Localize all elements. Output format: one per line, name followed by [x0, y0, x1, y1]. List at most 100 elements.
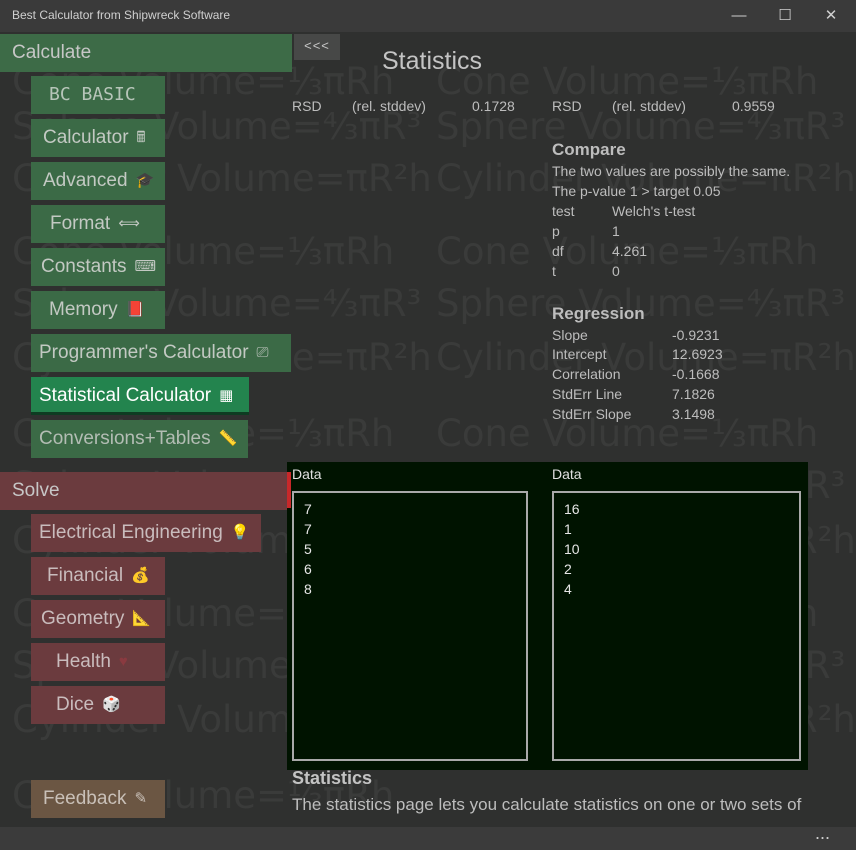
book-icon: 📕 [125, 301, 145, 318]
nav-geometry-label: Geometry [41, 608, 125, 630]
nav-dice-label: Dice [56, 694, 95, 716]
nav-bc-basic[interactable]: BC BASIC [31, 76, 165, 114]
nav-format-label: Format [50, 213, 111, 235]
regression-title: Regression [552, 304, 645, 323]
data-value: 2 [564, 561, 572, 577]
regression-row-value: 7.1826 [672, 386, 715, 402]
dice-icon: 🎲 [102, 696, 121, 713]
table-icon: ▦ [219, 387, 234, 404]
rsd-left-value: 0.1728 [472, 98, 515, 114]
money-bag-icon: 💰 [131, 567, 150, 584]
data-value: 5 [304, 541, 312, 557]
feedback-icon: ✎ [134, 790, 148, 807]
watermark-cylinder: Cylinder Volume=πR²h [436, 336, 856, 379]
rsd-right-desc: (rel. stddev) [612, 98, 686, 114]
rsd-right-value: 0.9559 [732, 98, 775, 114]
data-value: 1 [564, 521, 572, 537]
data-value: 8 [304, 581, 312, 597]
graduation-cap-icon: 🎓 [135, 172, 155, 189]
keyboard-icon: ⌨ [134, 258, 157, 275]
data-value: 6 [304, 561, 312, 577]
nav-calculator-label: Calculator [43, 127, 129, 149]
data-value: 7 [304, 501, 312, 517]
description-title: Statistics [292, 768, 373, 788]
solve-section-header: Solve [0, 472, 287, 510]
nav-memory[interactable]: Memory 📕 [31, 291, 165, 329]
compare-summary: The two values are possibly the same. [552, 163, 791, 179]
light-bulb-icon: 💡 [230, 524, 250, 541]
compare-row-value: 0 [612, 263, 620, 279]
regression-row-value: -0.1668 [672, 366, 720, 382]
nav-financial-label: Financial [47, 565, 124, 587]
nav-format[interactable]: Format ⟺ [31, 205, 165, 243]
triangle-ruler-icon: 📐 [132, 610, 152, 627]
heart-icon: ♥ [118, 653, 128, 670]
more-options-button[interactable]: ... [815, 823, 830, 844]
nav-electrical-engineering[interactable]: Electrical Engineering 💡 [31, 514, 261, 552]
status-bar: ... [0, 823, 856, 850]
data-right-textbox[interactable]: 16 1 10 2 4 [552, 491, 801, 761]
nav-conversions-tables-label: Conversions+Tables [39, 428, 211, 450]
data-entry-panel: Data 7 7 5 6 8 Data 16 1 10 2 4 [287, 462, 808, 770]
compare-row-key: p [552, 223, 560, 239]
data-value: 7 [304, 521, 312, 537]
nav-health-label: Health [56, 651, 111, 673]
data-left-textbox[interactable]: 7 7 5 6 8 [292, 491, 528, 761]
window-title: Best Calculator from Shipwreck Software [12, 8, 231, 22]
regression-row-value: 12.6923 [672, 346, 723, 362]
nav-health[interactable]: Health ♥ [31, 643, 165, 681]
regression-row-value: 3.1498 [672, 406, 715, 422]
rsd-right-label: RSD [552, 98, 582, 114]
feedback-button[interactable]: Feedback ✎ [31, 780, 165, 818]
nav-programmers-calculator[interactable]: Programmer's Calculator ⎚ [31, 334, 291, 372]
regression-row-key: Correlation [552, 366, 621, 382]
data-value: 16 [564, 501, 580, 517]
data-value: 10 [564, 541, 580, 557]
nav-calculator[interactable]: Calculator 🖩 [31, 119, 165, 157]
feedback-label: Feedback [43, 788, 127, 810]
nav-geometry[interactable]: Geometry 📐 [31, 600, 165, 638]
regression-row-key: StdErr Line [552, 386, 623, 402]
compare-pvalue: The p-value 1 > target 0.05 [552, 183, 721, 199]
nav-statistical-calculator[interactable]: Statistical Calculator ▦ [31, 377, 249, 415]
compare-row-value: Welch's t-test [612, 203, 696, 219]
compare-row-key: df [552, 243, 564, 259]
chip-icon: ⎚ [256, 344, 269, 361]
nav-memory-label: Memory [49, 299, 118, 321]
nav-financial[interactable]: Financial 💰 [31, 557, 165, 595]
rsd-left-label: RSD [292, 98, 322, 114]
ruler-icon: 📏 [218, 430, 238, 447]
maximize-button[interactable]: ☐ [762, 0, 808, 32]
data-left-label: Data [292, 466, 322, 482]
nav-programmers-calculator-label: Programmer's Calculator [39, 342, 249, 364]
compare-row-key: t [552, 263, 556, 279]
regression-row-key: StdErr Slope [552, 406, 632, 422]
nav-advanced-label: Advanced [43, 170, 128, 192]
nav-dice[interactable]: Dice 🎲 [31, 686, 165, 724]
solve-indicator [287, 472, 291, 508]
regression-row-key: Intercept [552, 346, 607, 362]
title-bar: Best Calculator from Shipwreck Software … [0, 0, 856, 32]
regression-row-value: -0.9231 [672, 327, 720, 343]
compare-title: Compare [552, 140, 626, 159]
calculator-icon: 🖩 [136, 129, 146, 146]
double-arrow-icon: ⟺ [118, 215, 140, 232]
compare-row-value: 4.261 [612, 243, 648, 259]
regression-row-key: Slope [552, 327, 588, 343]
nav-conversions-tables[interactable]: Conversions+Tables 📏 [31, 420, 248, 458]
back-button[interactable]: <<< [294, 34, 340, 60]
description-text: The statistics page lets you calculate s… [292, 795, 802, 814]
minimize-button[interactable]: — [716, 0, 762, 32]
nav-advanced[interactable]: Advanced 🎓 [31, 162, 165, 200]
data-value: 4 [564, 581, 572, 597]
compare-row-value: 1 [612, 223, 620, 239]
calculate-section-header: Calculate [0, 34, 292, 72]
nav-constants[interactable]: Constants ⌨ [31, 248, 165, 286]
nav-statistical-calculator-label: Statistical Calculator [39, 385, 212, 407]
page-title: Statistics [382, 47, 483, 75]
nav-constants-label: Constants [41, 256, 127, 278]
close-button[interactable]: ✕ [808, 0, 854, 32]
nav-electrical-engineering-label: Electrical Engineering [39, 522, 223, 544]
watermark-cone: Cone Volume=⅓πRh [436, 60, 819, 103]
data-right-label: Data [552, 466, 582, 482]
